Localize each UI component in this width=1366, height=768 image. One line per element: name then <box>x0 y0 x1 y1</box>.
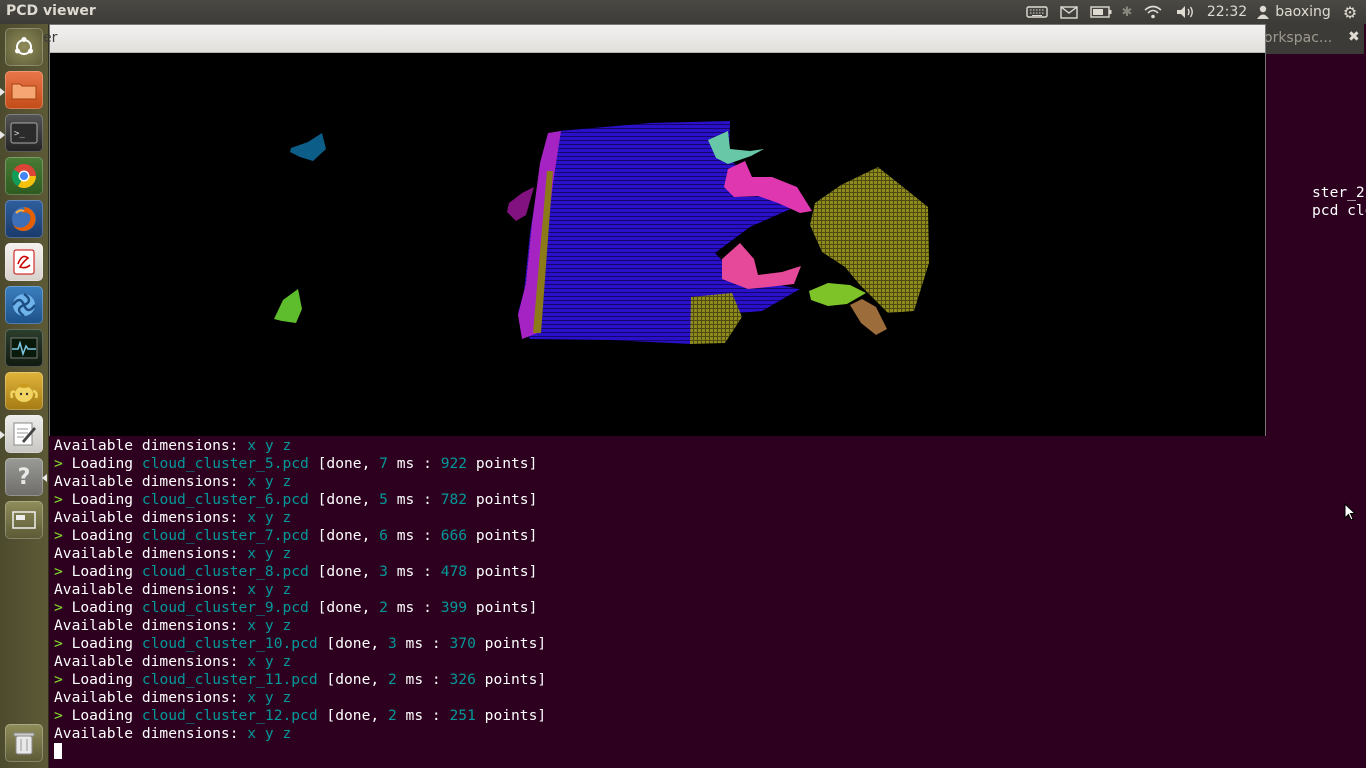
terminal-line: > Loading cloud_cluster_8.pcd [done, 3 m… <box>54 563 538 580</box>
clock[interactable]: 22:32 <box>1207 2 1247 22</box>
terminal-partial-line: ster_2.pcd <box>1312 184 1366 201</box>
wifi-icon[interactable] <box>1141 2 1165 22</box>
mouse-pointer-icon <box>1344 503 1356 521</box>
terminal-titlebar: orkspac... ✖ <box>1264 24 1364 54</box>
user-icon <box>1256 2 1270 22</box>
terminal-entries: > Loading cloud_cluster_5.pcd [done, 7 m… <box>54 455 546 743</box>
terminal-line: Available dimensions: x y z <box>54 725 292 742</box>
files-icon[interactable] <box>5 71 43 109</box>
launcher: >_ ? <box>0 24 49 768</box>
terminal-output: Available dimensions: x y z > Loading clo… <box>54 437 546 761</box>
terminal-partial-text: ster_2.pcd9.pcd clou <box>1312 184 1366 220</box>
trash-icon[interactable] <box>5 724 43 762</box>
terminal-prompt-line <box>54 743 546 761</box>
chrome-icon[interactable] <box>5 157 43 195</box>
text-cursor <box>54 743 62 759</box>
text-editor-icon[interactable] <box>5 415 43 453</box>
terminal-line: > Loading cloud_cluster_7.pcd [done, 6 m… <box>54 527 538 544</box>
terminal-line: > Loading cloud_cluster_6.pcd [done, 5 m… <box>54 491 538 508</box>
viewer-title: er <box>43 30 58 46</box>
teapot-app-icon[interactable] <box>5 372 43 410</box>
terminal-line: > Loading cloud_cluster_5.pcd [done, 7 m… <box>54 455 538 472</box>
svg-text:>_: >_ <box>14 129 25 139</box>
focus-indicator <box>42 474 47 482</box>
gear-icon[interactable]: ⚙ <box>1340 2 1360 22</box>
terminal-line: Available dimensions: x y z <box>54 437 292 454</box>
dash-home-icon[interactable] <box>5 28 43 66</box>
pcd-viewer-window[interactable]: er <box>43 24 1266 436</box>
top-panel: PCD viewer ✱ 22:32 baoxing ⚙ <box>0 0 1366 24</box>
terminal-line: Available dimensions: x y z <box>54 581 292 598</box>
point-cloud-canvas[interactable] <box>50 53 1265 436</box>
terminal-line: > Loading cloud_cluster_10.pcd [done, 3 … <box>54 635 547 652</box>
text-reader-icon[interactable] <box>5 243 43 281</box>
terminal-line: Available dimensions: x y z <box>54 545 292 562</box>
terminal-line: > Loading cloud_cluster_11.pcd [done, 2 … <box>54 671 547 688</box>
keyboard-icon[interactable] <box>1024 2 1050 22</box>
terminal-tab-title[interactable]: orkspac... <box>1264 30 1332 46</box>
mail-icon[interactable] <box>1058 2 1080 22</box>
terminal-icon[interactable]: >_ <box>5 114 43 152</box>
viewer-titlebar[interactable]: er <box>43 25 1265 53</box>
shutter-icon[interactable] <box>5 286 43 324</box>
user-name[interactable]: baoxing <box>1272 2 1334 22</box>
volume-icon[interactable] <box>1173 2 1197 22</box>
battery-icon[interactable] <box>1088 2 1114 22</box>
terminal-line: Available dimensions: x y z <box>54 689 292 706</box>
terminal-line: Available dimensions: x y z <box>54 473 292 490</box>
close-icon[interactable]: ✖ <box>1348 29 1360 45</box>
help-icon[interactable]: ? <box>5 458 43 496</box>
workspaces-icon[interactable] <box>5 501 43 539</box>
app-title: PCD viewer <box>6 3 96 19</box>
terminal-partial-line: 9.pcd clou <box>1312 202 1366 219</box>
terminal-line: > Loading cloud_cluster_9.pcd [done, 2 m… <box>54 599 538 616</box>
terminal-line: Available dimensions: x y z <box>54 653 292 670</box>
terminal-line: > Loading cloud_cluster_12.pcd [done, 2 … <box>54 707 547 724</box>
bluetooth-icon[interactable]: ✱ <box>1120 2 1134 22</box>
system-monitor-icon[interactable] <box>5 329 43 367</box>
terminal-line: Available dimensions: x y z <box>54 509 292 526</box>
firefox-icon[interactable] <box>5 200 43 238</box>
terminal-line: Available dimensions: x y z <box>54 617 292 634</box>
